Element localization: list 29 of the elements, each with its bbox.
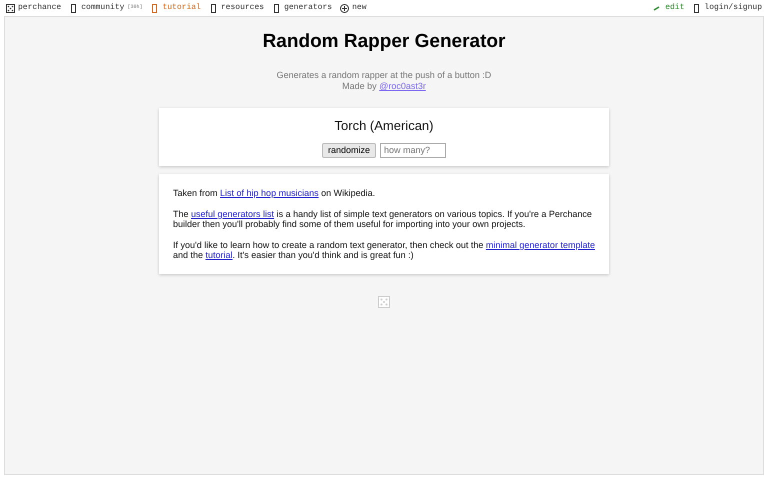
link[interactable]: useful generators list xyxy=(191,208,274,219)
box-icon xyxy=(272,4,282,12)
dice-icon xyxy=(378,296,390,308)
generated-name: Torch (American) xyxy=(334,116,434,135)
page-title: Random Rapper Generator xyxy=(262,30,506,54)
box-icon xyxy=(69,4,78,12)
box-icon xyxy=(208,4,218,12)
plus-circle-icon xyxy=(340,4,350,12)
link[interactable]: List of hip hop musicians xyxy=(220,188,319,198)
info-paragraph: The useful generators list is a handy list of simple text generators on various topics. If you're a Perchance builder then you'll probably find some of them useful for importing into your own projects. xyxy=(173,208,593,230)
nav-link[interactable]: edit xyxy=(653,2,684,14)
nav-link[interactable]: resources xyxy=(208,2,264,14)
nav-link[interactable]: tutorial xyxy=(150,2,201,14)
randomize-button[interactable]: randomize xyxy=(322,143,376,158)
subtitle: Generates a random rapper at the push of a button :D xyxy=(276,70,492,81)
info-paragraph: If you'd like to learn how to create a random text generator, then check out the minimal generator template and the tutorial. It's easier than you'd think and is great fun :) xyxy=(173,240,595,261)
credit-line: Made by @roc0ast3r xyxy=(341,80,427,92)
link[interactable]: @roc0ast3r xyxy=(379,80,426,91)
nav-link[interactable]: perchance xyxy=(6,2,62,14)
box-icon xyxy=(150,4,160,12)
link[interactable]: tutorial xyxy=(206,250,233,260)
nav-link[interactable]: login/signup xyxy=(692,2,762,14)
info-paragraph: Taken from List of hip hop musicians on Wikipedia. xyxy=(173,188,376,199)
nav-link[interactable]: new xyxy=(340,2,366,14)
nav-link[interactable]: generators xyxy=(272,2,332,14)
dice-icon xyxy=(6,4,15,12)
box-icon xyxy=(692,4,702,12)
link[interactable]: minimal generator template xyxy=(486,240,595,250)
count-field[interactable]: how many? xyxy=(380,143,446,158)
